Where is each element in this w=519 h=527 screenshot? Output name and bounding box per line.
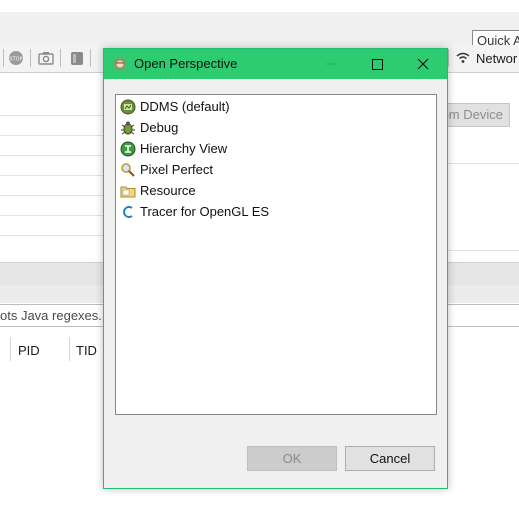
list-row-divider — [0, 155, 110, 156]
close-button[interactable] — [401, 49, 447, 79]
list-item-debug[interactable]: Debug — [120, 118, 178, 137]
screen-capture-icon[interactable] — [38, 50, 54, 66]
eclipse-window-icon — [114, 58, 126, 70]
list-row-divider — [0, 135, 110, 136]
cancel-button[interactable]: Cancel — [345, 446, 435, 471]
toolbar-separator — [60, 49, 61, 67]
column-header-tid[interactable]: TID — [76, 343, 97, 358]
maximize-button[interactable] — [354, 49, 400, 79]
window-top-strip — [0, 0, 519, 12]
column-separator — [10, 337, 11, 361]
list-item-hierarchy-view[interactable]: Hierarchy View — [120, 139, 227, 158]
perspective-list[interactable]: DDMS (default) Debug Hierarchy View Pixe… — [115, 94, 437, 415]
svg-text:STOP: STOP — [9, 57, 22, 63]
magnifier-icon — [121, 162, 135, 177]
wifi-icon — [456, 52, 470, 63]
list-item-tracer-opengl[interactable]: Tracer for OpenGL ES — [120, 202, 269, 221]
maximize-icon — [372, 59, 383, 70]
list-item-ddms[interactable]: DDMS (default) — [120, 97, 230, 116]
tracer-icon — [123, 205, 133, 218]
list-row-divider — [447, 163, 519, 164]
debug-bug-icon — [121, 121, 135, 134]
list-row-divider — [0, 215, 110, 216]
list-item-label: DDMS (default) — [140, 99, 230, 114]
stop-icon[interactable]: STOP — [8, 50, 24, 66]
list-item-label: Pixel Perfect — [140, 162, 213, 177]
ddms-icon — [120, 99, 136, 114]
list-item-pixel-perfect[interactable]: Pixel Perfect — [120, 160, 213, 179]
ok-button[interactable]: OK — [247, 446, 337, 471]
list-row-divider — [447, 250, 519, 251]
list-item-label: Debug — [140, 120, 179, 135]
list-row-divider — [0, 235, 110, 236]
column-header-pid[interactable]: PID — [18, 343, 40, 358]
list-row-divider — [0, 195, 110, 196]
minimize-icon — [326, 63, 336, 65]
list-item-label: Tracer for OpenGL ES — [140, 204, 270, 219]
main-toolbar: Quick A — [0, 12, 519, 52]
dump-hierarchy-icon[interactable] — [69, 50, 85, 66]
minimize-button[interactable] — [308, 49, 354, 79]
toolbar-separator — [90, 49, 91, 67]
list-row-divider — [0, 115, 110, 116]
list-item-resource[interactable]: Resource — [120, 181, 196, 200]
open-perspective-dialog: Open Perspective DDMS (default) Debug Hi… — [103, 48, 448, 489]
hierarchy-view-icon — [120, 141, 136, 156]
list-item-label: Resource — [140, 183, 196, 198]
list-row-divider — [0, 175, 110, 176]
toolbar-separator — [30, 49, 31, 67]
toolbar-separator — [448, 49, 449, 67]
list-item-label: Hierarchy View — [140, 141, 228, 156]
toolbar-separator — [3, 49, 4, 67]
column-separator — [69, 337, 70, 361]
tab-network[interactable]: Networ — [476, 51, 517, 66]
dialog-title: Open Perspective — [134, 56, 238, 71]
close-icon — [417, 58, 429, 70]
folder-icon — [120, 186, 136, 197]
dialog-title-bar[interactable]: Open Perspective — [104, 49, 447, 79]
